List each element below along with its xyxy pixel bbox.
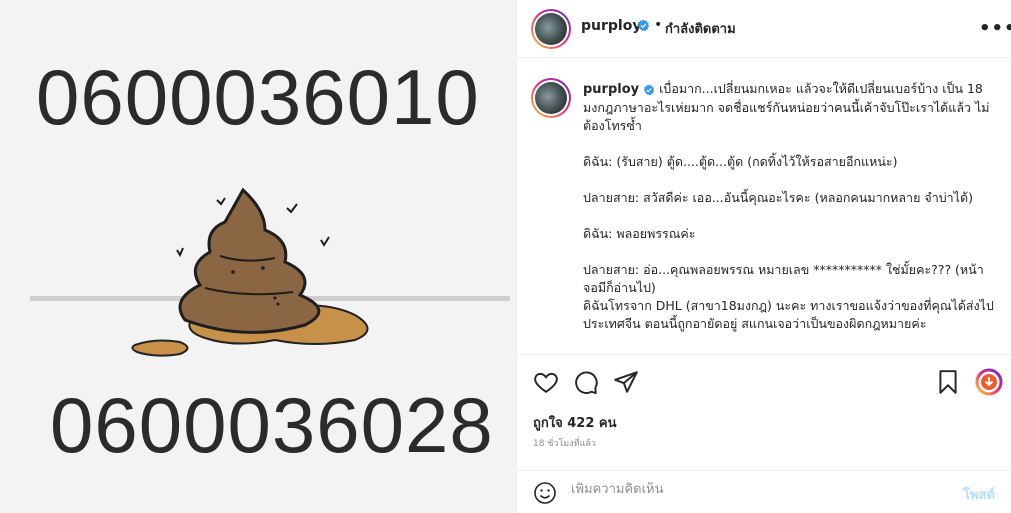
share-icon[interactable] bbox=[613, 369, 639, 395]
like-count[interactable]: ถูกใจ 422 คน bbox=[533, 412, 616, 433]
post-panel: purploy • กำลังติดตาม ••• purploy เบื่อม… bbox=[516, 0, 1011, 513]
following-button[interactable]: กำลังติดตาม bbox=[665, 18, 736, 39]
caption-text: ดิฉันโทรจาก DHL (สาขา18มงกฎ) นะคะ ทางเรา… bbox=[583, 298, 994, 331]
verified-badge-icon bbox=[637, 19, 650, 32]
download-icon[interactable] bbox=[975, 368, 1003, 396]
separator-dot: • bbox=[654, 17, 663, 33]
post-caption: purploy เบื่อมาก...เปลี่ยนมกเหอะ แล้วจะใ… bbox=[583, 80, 995, 333]
caption-text: ปลายสาย: สวัสดีค่ะ เออ...อันนี้คุณอะไรคะ… bbox=[583, 190, 973, 205]
post-comment-button[interactable]: โพสต์ bbox=[963, 484, 995, 505]
bookmark-icon[interactable] bbox=[935, 369, 961, 395]
comment-bar: โพสต์ bbox=[517, 470, 1011, 513]
action-bar bbox=[517, 360, 1011, 404]
poop-emoji-illustration bbox=[131, 187, 369, 357]
more-horizontal-icon[interactable]: ••• bbox=[979, 18, 1011, 39]
avatar[interactable] bbox=[531, 78, 571, 118]
post-header: purploy • กำลังติดตาม ••• bbox=[517, 0, 1011, 58]
heart-icon[interactable] bbox=[533, 369, 559, 395]
phone-number-bottom: 0600036028 bbox=[50, 381, 494, 469]
avatar[interactable] bbox=[531, 9, 571, 49]
post-timestamp[interactable]: 18 ชั่วโมงที่แล้ว bbox=[533, 436, 596, 450]
caption-text: ดิฉัน: (รับสาย) ตู้ด....ตู้ด...ตู้ด (กดท… bbox=[583, 154, 898, 169]
post-image[interactable]: 0600036010 0600036028 bbox=[0, 0, 516, 513]
caption-username[interactable]: purploy bbox=[583, 82, 639, 97]
caption-text: ปลายสาย: อ่อ...คุณพลอยพรรณ หมายเลข *****… bbox=[583, 262, 984, 295]
header-username[interactable]: purploy bbox=[581, 18, 641, 34]
phone-number-top: 0600036010 bbox=[36, 53, 480, 141]
caption-area: purploy เบื่อมาก...เปลี่ยนมกเหอะ แล้วจะใ… bbox=[517, 58, 1011, 355]
comment-icon[interactable] bbox=[573, 369, 599, 395]
comment-input[interactable] bbox=[571, 482, 941, 497]
caption-text: ดิฉัน: พลอยพรรณค่ะ bbox=[583, 226, 696, 241]
verified-badge-icon bbox=[643, 84, 655, 95]
smiley-icon[interactable] bbox=[533, 481, 557, 505]
